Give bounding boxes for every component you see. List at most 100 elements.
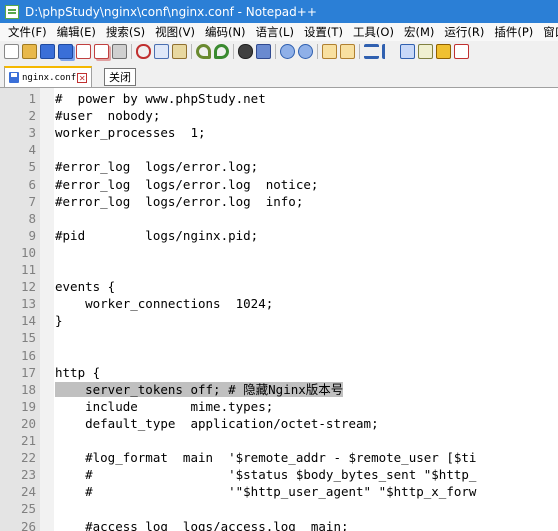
menu-language[interactable]: 语言(L) [251, 24, 299, 40]
line-number: 3 [28, 125, 36, 141]
close-all-icon[interactable] [94, 44, 109, 59]
line-number: 20 [20, 415, 36, 431]
menu-edit[interactable]: 编辑(E) [52, 24, 101, 40]
line-number: 13 [20, 296, 36, 312]
line-text: #error_log logs/error.log info; [55, 193, 304, 209]
code-line[interactable]: 14} [0, 312, 558, 329]
print-icon[interactable] [112, 44, 127, 59]
code-line[interactable]: 22 #log_format main '$remote_addr - $rem… [0, 449, 558, 466]
zoom-out-icon[interactable] [298, 44, 313, 59]
line-number: 24 [20, 484, 36, 500]
open-file-icon[interactable] [22, 44, 37, 59]
tab-nginx-conf[interactable]: nginx.conf ✕ [4, 66, 92, 87]
code-line[interactable]: 18 server_tokens off; # 隐藏Nginx版本号 [0, 381, 558, 398]
line-text: # power by www.phpStudy.net [55, 91, 266, 106]
line-number: 22 [20, 450, 36, 466]
line-text: worker_processes 1; [55, 125, 206, 141]
find-icon[interactable] [238, 44, 253, 59]
line-number: 14 [20, 313, 36, 329]
toolbar [0, 41, 558, 62]
sync-horizontal-icon[interactable] [340, 44, 355, 59]
toolbar-separator [233, 44, 234, 59]
tab-bar: nginx.conf ✕ [0, 62, 558, 88]
code-line[interactable]: 16 [0, 347, 558, 364]
line-text: #user nobody; [55, 108, 161, 124]
line-number: 10 [20, 244, 36, 260]
code-line[interactable]: 1 # power by www.phpStudy.net [0, 90, 558, 107]
toolbar-separator [359, 44, 360, 59]
toolbar-separator [191, 44, 192, 59]
function-list-icon[interactable] [436, 44, 451, 59]
code-line[interactable]: 10 [0, 244, 558, 261]
line-text: default_type application/octet-stream; [55, 415, 379, 431]
doc-map-icon[interactable] [418, 44, 433, 59]
code-line[interactable]: 25 [0, 500, 558, 517]
folder-workspace-icon[interactable] [454, 44, 469, 59]
save-icon[interactable] [40, 44, 55, 59]
line-number: 12 [20, 279, 36, 295]
word-wrap-icon[interactable] [364, 44, 379, 59]
menu-settings[interactable]: 设置(T) [299, 24, 348, 40]
line-number: 11 [20, 262, 36, 277]
line-text: worker_connections 1024; [55, 296, 274, 312]
code-line[interactable]: 13 worker_connections 1024; [0, 295, 558, 312]
title-bar: D:\phpStudy\nginx\conf\nginx.conf - Note… [0, 0, 558, 23]
replace-icon[interactable] [256, 44, 271, 59]
toolbar-separator [275, 44, 276, 59]
indent-guide-icon[interactable] [400, 44, 415, 59]
line-text: #error_log logs/error.log; [55, 159, 259, 175]
menu-window[interactable]: 窗口 [538, 24, 558, 40]
code-line[interactable]: 23 # '$status $body_bytes_sent "$http_ [0, 466, 558, 483]
code-line[interactable]: 5 #error_log logs/error.log; [0, 158, 558, 175]
code-line[interactable]: 6 #error_log logs/error.log notice; [0, 176, 558, 193]
line-text: #pid logs/nginx.pid; [55, 227, 259, 243]
code-line[interactable]: 24 # '"$http_user_agent" "$http_x_forw [0, 483, 558, 500]
code-line[interactable]: 4 [0, 141, 558, 158]
code-line[interactable]: 2 #user nobody; [0, 107, 558, 124]
sync-vertical-icon[interactable] [322, 44, 337, 59]
code-line[interactable]: 15 [0, 329, 558, 346]
menu-search[interactable]: 搜索(S) [101, 24, 150, 40]
line-number: 25 [20, 501, 36, 517]
menu-run[interactable]: 运行(R) [439, 24, 489, 40]
menu-encoding[interactable]: 编码(N) [200, 24, 251, 40]
editor-area[interactable]: 1 # power by www.phpStudy.net 2 #user nobod… [0, 88, 558, 531]
code-line[interactable]: 17 http { [0, 364, 558, 381]
menu-view[interactable]: 视图(V) [150, 24, 200, 40]
code-line[interactable]: 3 worker_processes 1; [0, 124, 558, 141]
line-number: 26 [20, 518, 36, 531]
code-line[interactable]: 9 #pid logs/nginx.pid; [0, 227, 558, 244]
new-file-icon[interactable] [4, 44, 19, 59]
menu-file[interactable]: 文件(F) [0, 24, 52, 40]
line-number: 4 [28, 142, 36, 158]
code-line[interactable]: 11 [0, 261, 558, 278]
menu-bar: 文件(F) 编辑(E) 搜索(S) 视图(V) 编码(N) 语言(L) 设置(T… [0, 23, 558, 41]
line-text: #error_log logs/error.log notice; [55, 176, 319, 192]
zoom-in-icon[interactable] [280, 44, 295, 59]
menu-plugins[interactable]: 插件(P) [489, 24, 538, 40]
cut-icon[interactable] [136, 44, 151, 59]
close-icon[interactable] [76, 44, 91, 59]
save-all-icon[interactable] [58, 44, 73, 59]
undo-icon[interactable] [196, 44, 211, 59]
menu-tools[interactable]: 工具(O) [348, 24, 399, 40]
line-text: # '$status $body_bytes_sent "$http_ [55, 467, 477, 483]
copy-icon[interactable] [154, 44, 169, 59]
code-line[interactable]: 26 #access_log logs/access.log main; [0, 518, 558, 531]
code-line[interactable]: 7 #error_log logs/error.log info; [0, 193, 558, 210]
show-all-chars-icon[interactable] [382, 44, 397, 59]
line-text: server_tokens off; # 隐藏Nginx版本号 [55, 381, 344, 398]
line-number: 18 [20, 381, 36, 397]
line-number: 23 [20, 467, 36, 483]
code-line[interactable]: 12 events { [0, 278, 558, 295]
redo-icon[interactable] [214, 44, 229, 59]
tab-close-icon[interactable]: ✕ [77, 72, 88, 83]
code-line[interactable]: 8 [0, 210, 558, 227]
paste-icon[interactable] [172, 44, 187, 59]
close-tooltip: 关闭 [104, 68, 136, 86]
menu-macro[interactable]: 宏(M) [399, 24, 439, 40]
code-line[interactable]: 21 [0, 432, 558, 449]
code-line[interactable]: 19 include mime.types; [0, 398, 558, 415]
line-number: 6 [28, 176, 36, 192]
code-line[interactable]: 20 default_type application/octet-stream… [0, 415, 558, 432]
